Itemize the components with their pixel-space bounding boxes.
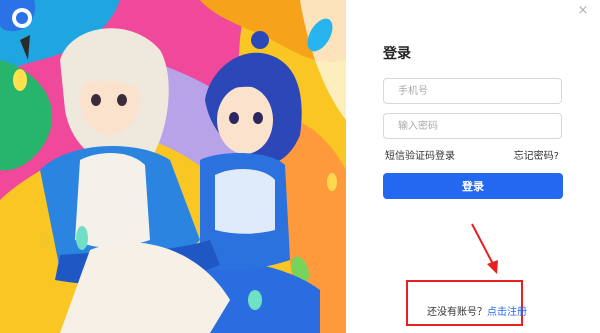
- anime-characters-illustration: [0, 0, 346, 333]
- promo-illustration: [0, 0, 346, 333]
- sms-login-link[interactable]: 短信验证码登录: [385, 147, 455, 162]
- register-link[interactable]: 点击注册: [487, 307, 527, 318]
- password-input[interactable]: [383, 113, 562, 139]
- login-button[interactable]: 登录: [383, 173, 563, 199]
- annotation-arrow-icon: [471, 223, 498, 274]
- close-icon[interactable]: ×: [574, 2, 592, 20]
- forgot-password-link[interactable]: 忘记密码?: [514, 147, 559, 162]
- phone-input[interactable]: [383, 78, 562, 104]
- register-prompt: 还没有账号？: [427, 307, 487, 318]
- login-title: 登录: [383, 46, 411, 62]
- register-row: 还没有账号？点击注册: [427, 303, 527, 318]
